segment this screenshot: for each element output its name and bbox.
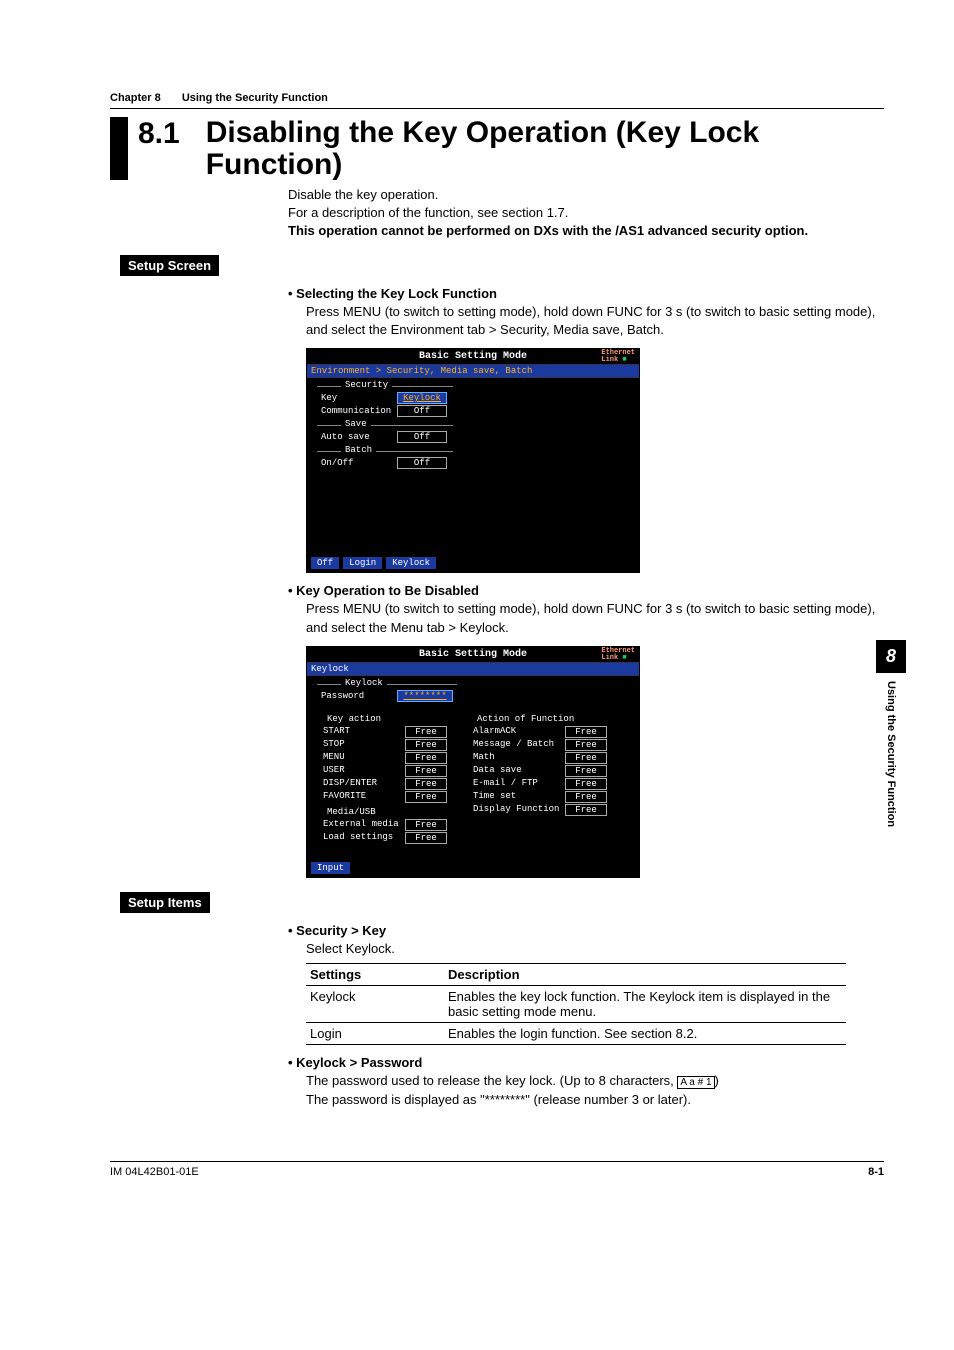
intro-line3: This operation cannot be performed on DX… bbox=[288, 222, 884, 240]
char-types-icon: A a # 1 bbox=[677, 1076, 714, 1089]
section-title: Disabling the Key Operation (Key Lock Fu… bbox=[206, 117, 884, 180]
softkey-keylock[interactable]: Keylock bbox=[386, 557, 436, 569]
th-description: Description bbox=[444, 963, 846, 985]
side-tab-text: Using the Security Function bbox=[885, 681, 897, 827]
ss2-softkeys: Input bbox=[307, 859, 639, 877]
bullet-body: Press MENU (to switch to setting mode), … bbox=[306, 303, 884, 341]
chapter-title: Using the Security Function bbox=[182, 92, 328, 104]
bullet-head: Selecting the Key Lock Function bbox=[288, 286, 884, 301]
bullet-security-key: Security > Key Select Keylock. bbox=[288, 923, 884, 959]
bullet-body: Select Keylock. bbox=[306, 940, 884, 959]
footer-page-number: 8-1 bbox=[868, 1166, 884, 1178]
softkey-login[interactable]: Login bbox=[343, 557, 382, 569]
table-row: Keylock Enables the key lock function. T… bbox=[306, 985, 846, 1022]
bullet-head: Keylock > Password bbox=[288, 1055, 884, 1070]
bullet-head: Security > Key bbox=[288, 923, 884, 938]
chapter-label: Chapter 8 bbox=[110, 92, 161, 104]
settings-table: Settings Description Keylock Enables the… bbox=[306, 963, 846, 1045]
ss1-group-security: Security Key Keylock Communication Off bbox=[317, 386, 453, 417]
bullet-head: Key Operation to Be Disabled bbox=[288, 583, 884, 598]
ss2-right-col: Action of Function AlarmACKFree Message … bbox=[467, 710, 607, 845]
bullet-keylock-password: Keylock > Password The password used to … bbox=[288, 1055, 884, 1110]
setup-screen-heading: Setup Screen bbox=[120, 255, 219, 276]
page-footer: IM 04L42B01-01E 8-1 bbox=[110, 1161, 884, 1178]
th-settings: Settings bbox=[306, 963, 444, 985]
softkey-input[interactable]: Input bbox=[311, 862, 350, 874]
screenshot-basic-setting-2: Basic Setting Mode Ethernet Link ■ Keylo… bbox=[306, 646, 640, 878]
ss1-softkeys: Off Login Keylock bbox=[307, 554, 639, 572]
ss1-title: Basic Setting Mode Ethernet Link ■ bbox=[307, 349, 639, 364]
ethernet-indicator: Ethernet Link ■ bbox=[601, 350, 635, 364]
side-tab-number: 8 bbox=[876, 640, 906, 673]
ss1-row-onoff: On/Off Off bbox=[317, 457, 453, 469]
side-tab: 8 Using the Security Function bbox=[876, 640, 906, 827]
section-number: 8.1 bbox=[138, 117, 180, 180]
softkey-off[interactable]: Off bbox=[311, 557, 339, 569]
bullet-body: The password used to release the key loc… bbox=[306, 1072, 884, 1110]
ss1-group-batch: Batch On/Off Off bbox=[317, 451, 453, 469]
ss1-breadcrumb: Environment > Security, Media save, Batc… bbox=[307, 364, 639, 378]
ss1-row-key: Key Keylock bbox=[317, 392, 453, 404]
screenshot-basic-setting-1: Basic Setting Mode Ethernet Link ■ Envir… bbox=[306, 348, 640, 573]
intro-line1: Disable the key operation. bbox=[288, 186, 884, 204]
ss2-left-col: Key action STARTFree STOPFree MENUFree U… bbox=[317, 710, 447, 845]
table-row: Login Enables the login function. See se… bbox=[306, 1022, 846, 1044]
ss1-group-save: Save Auto save Off bbox=[317, 425, 453, 443]
ss1-body: Security Key Keylock Communication Off S… bbox=[307, 378, 639, 554]
bullet-select-keylock: Selecting the Key Lock Function Press ME… bbox=[288, 286, 884, 341]
bullet-keyop-disable: Key Operation to Be Disabled Press MENU … bbox=[288, 583, 884, 638]
heading-bar-icon bbox=[110, 117, 128, 180]
footer-doc-id: IM 04L42B01-01E bbox=[110, 1166, 199, 1178]
section-heading: 8.1 Disabling the Key Operation (Key Loc… bbox=[110, 117, 884, 180]
ss1-row-comm: Communication Off bbox=[317, 405, 453, 417]
ss1-row-autosave: Auto save Off bbox=[317, 431, 453, 443]
ss2-body: Keylock Password ******** Key action STA… bbox=[307, 676, 639, 859]
bullet-body: Press MENU (to switch to setting mode), … bbox=[306, 600, 884, 638]
ss2-title: Basic Setting Mode Ethernet Link ■ bbox=[307, 647, 639, 662]
intro-paragraph: Disable the key operation. For a descrip… bbox=[288, 186, 884, 241]
ss2-row-password: Password ******** bbox=[317, 690, 457, 702]
ss2-breadcrumb: Keylock bbox=[307, 662, 639, 676]
running-header: Chapter 8 Using the Security Function bbox=[110, 92, 884, 109]
ss2-group-keylock: Keylock Password ******** bbox=[317, 684, 457, 702]
ethernet-indicator: Ethernet Link ■ bbox=[601, 648, 635, 662]
intro-line2: For a description of the function, see s… bbox=[288, 204, 884, 222]
setup-items-heading: Setup Items bbox=[120, 892, 210, 913]
